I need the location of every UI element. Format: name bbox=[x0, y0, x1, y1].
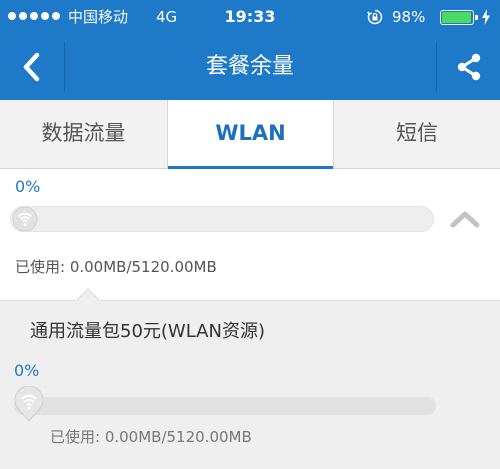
battery-fill bbox=[442, 12, 472, 23]
share-icon bbox=[457, 53, 480, 81]
rotation-lock-icon bbox=[367, 9, 383, 25]
package-title: 通用流量包50元(WLAN资源) bbox=[30, 321, 265, 342]
tab-wlan[interactable]: WLAN bbox=[167, 100, 334, 168]
wlan-used-text: 已使用: 0.00MB/5120.00MB bbox=[15, 258, 217, 276]
wlan-usage-bar bbox=[10, 206, 434, 232]
page-title: 套餐余量 bbox=[205, 54, 294, 79]
wifi-pin-icon bbox=[14, 386, 44, 422]
battery-icon bbox=[440, 10, 478, 25]
wifi-icon bbox=[12, 206, 38, 232]
chevron-up-icon[interactable] bbox=[450, 209, 480, 229]
panel-pointer bbox=[76, 288, 100, 301]
battery-percent: 98% bbox=[392, 8, 426, 26]
wlan-usage-percent: 0% bbox=[15, 177, 41, 196]
nav-bar: 套餐余量 bbox=[0, 34, 500, 100]
package-usage-bar bbox=[14, 397, 436, 415]
charging-bolt-icon bbox=[482, 9, 490, 25]
tab-data-traffic[interactable]: 数据流量 bbox=[0, 100, 167, 168]
tab-sms[interactable]: 短信 bbox=[334, 100, 500, 168]
share-button[interactable] bbox=[437, 34, 500, 100]
active-tab-indicator bbox=[168, 166, 333, 169]
package-used-text: 已使用: 0.00MB/5120.00MB bbox=[50, 428, 252, 446]
package-usage-percent: 0% bbox=[14, 361, 40, 380]
status-bar: 中国移动 4G 19:33 98% bbox=[0, 0, 500, 34]
tab-bar: 数据流量 WLAN 短信 bbox=[0, 100, 500, 169]
